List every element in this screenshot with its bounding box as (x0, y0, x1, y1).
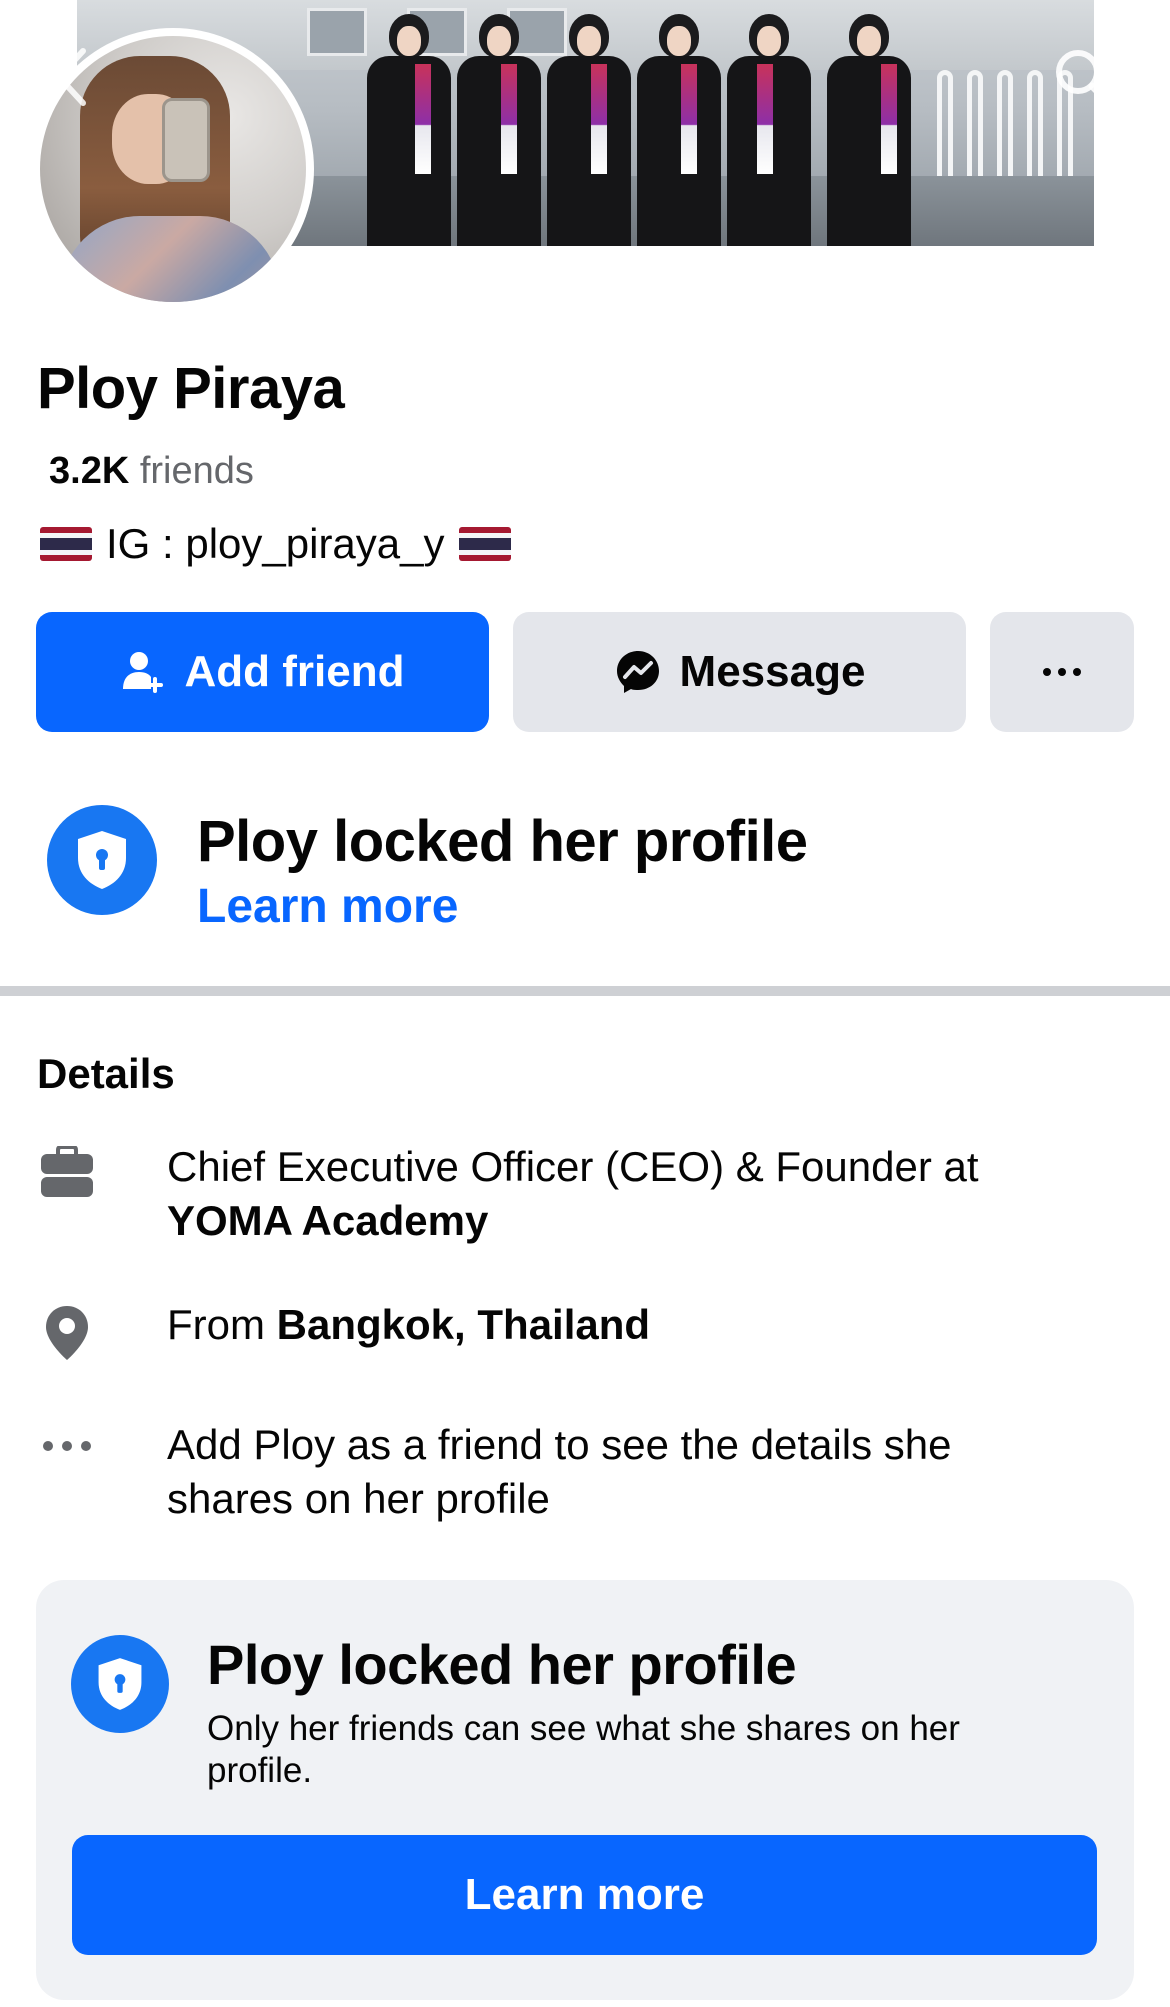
profile-bio: IG : ploy_piraya_y (40, 520, 511, 568)
card-title: Ploy locked her profile (207, 1633, 797, 1696)
detail-hometown: From Bangkok, Thailand (37, 1298, 1067, 1362)
friends-number: 3.2K (49, 450, 130, 492)
message-button[interactable]: Message (513, 612, 966, 732)
detail-work: Chief Executive Officer (CEO) & Founder … (37, 1140, 1067, 1248)
learn-more-link[interactable]: Learn more (197, 877, 808, 937)
section-divider (0, 986, 1170, 996)
card-subtitle: Only her friends can see what she shares… (207, 1709, 960, 1790)
friends-label: friends (139, 450, 254, 492)
thailand-flag-icon (458, 527, 511, 561)
add-friend-label: Add friend (184, 647, 405, 696)
briefcase-icon (41, 1146, 93, 1197)
shield-lock-icon (78, 831, 126, 889)
profile-name: Ploy Piraya (37, 356, 345, 421)
more-options-button[interactable] (990, 612, 1134, 732)
locked-profile-card: Ploy locked her profile Only her friends… (36, 1580, 1134, 2000)
search-button[interactable] (1048, 42, 1118, 112)
message-label: Message (679, 647, 866, 696)
from-place[interactable]: Bangkok, Thailand (277, 1301, 650, 1348)
bio-text: IG : ploy_piraya_y (106, 520, 445, 567)
more-dots-icon (43, 1441, 91, 1451)
details-heading: Details (37, 1050, 175, 1097)
shield-lock-icon (98, 1658, 142, 1710)
profile-actions: Add friend Message (36, 612, 1134, 732)
shield-lock-badge (47, 805, 157, 915)
location-pin-icon (46, 1306, 88, 1360)
detail-more-info: Add Ploy as a friend to see the details … (37, 1418, 1067, 1526)
search-icon (1056, 50, 1112, 106)
friends-count[interactable]: 3.2K friends (49, 450, 254, 493)
locked-profile-notice: Ploy locked her profile Learn more (47, 805, 808, 937)
locked-title: Ploy locked her profile (197, 809, 808, 874)
shield-lock-badge (71, 1635, 169, 1733)
thailand-flag-icon (40, 527, 92, 561)
chevron-left-icon (56, 48, 86, 106)
work-prefix: Chief Executive Officer (CEO) & Founder … (167, 1143, 979, 1190)
from-prefix: From (167, 1301, 265, 1348)
messenger-icon (616, 651, 659, 693)
learn-more-button[interactable]: Learn more (72, 1835, 1097, 1955)
more-info-text: Add Ploy as a friend to see the details … (167, 1421, 952, 1522)
more-dots-icon (1043, 668, 1081, 676)
add-friend-button[interactable]: Add friend (36, 612, 489, 732)
person-add-icon (122, 652, 163, 693)
back-button[interactable] (36, 42, 106, 112)
work-organization[interactable]: YOMA Academy (167, 1197, 488, 1244)
